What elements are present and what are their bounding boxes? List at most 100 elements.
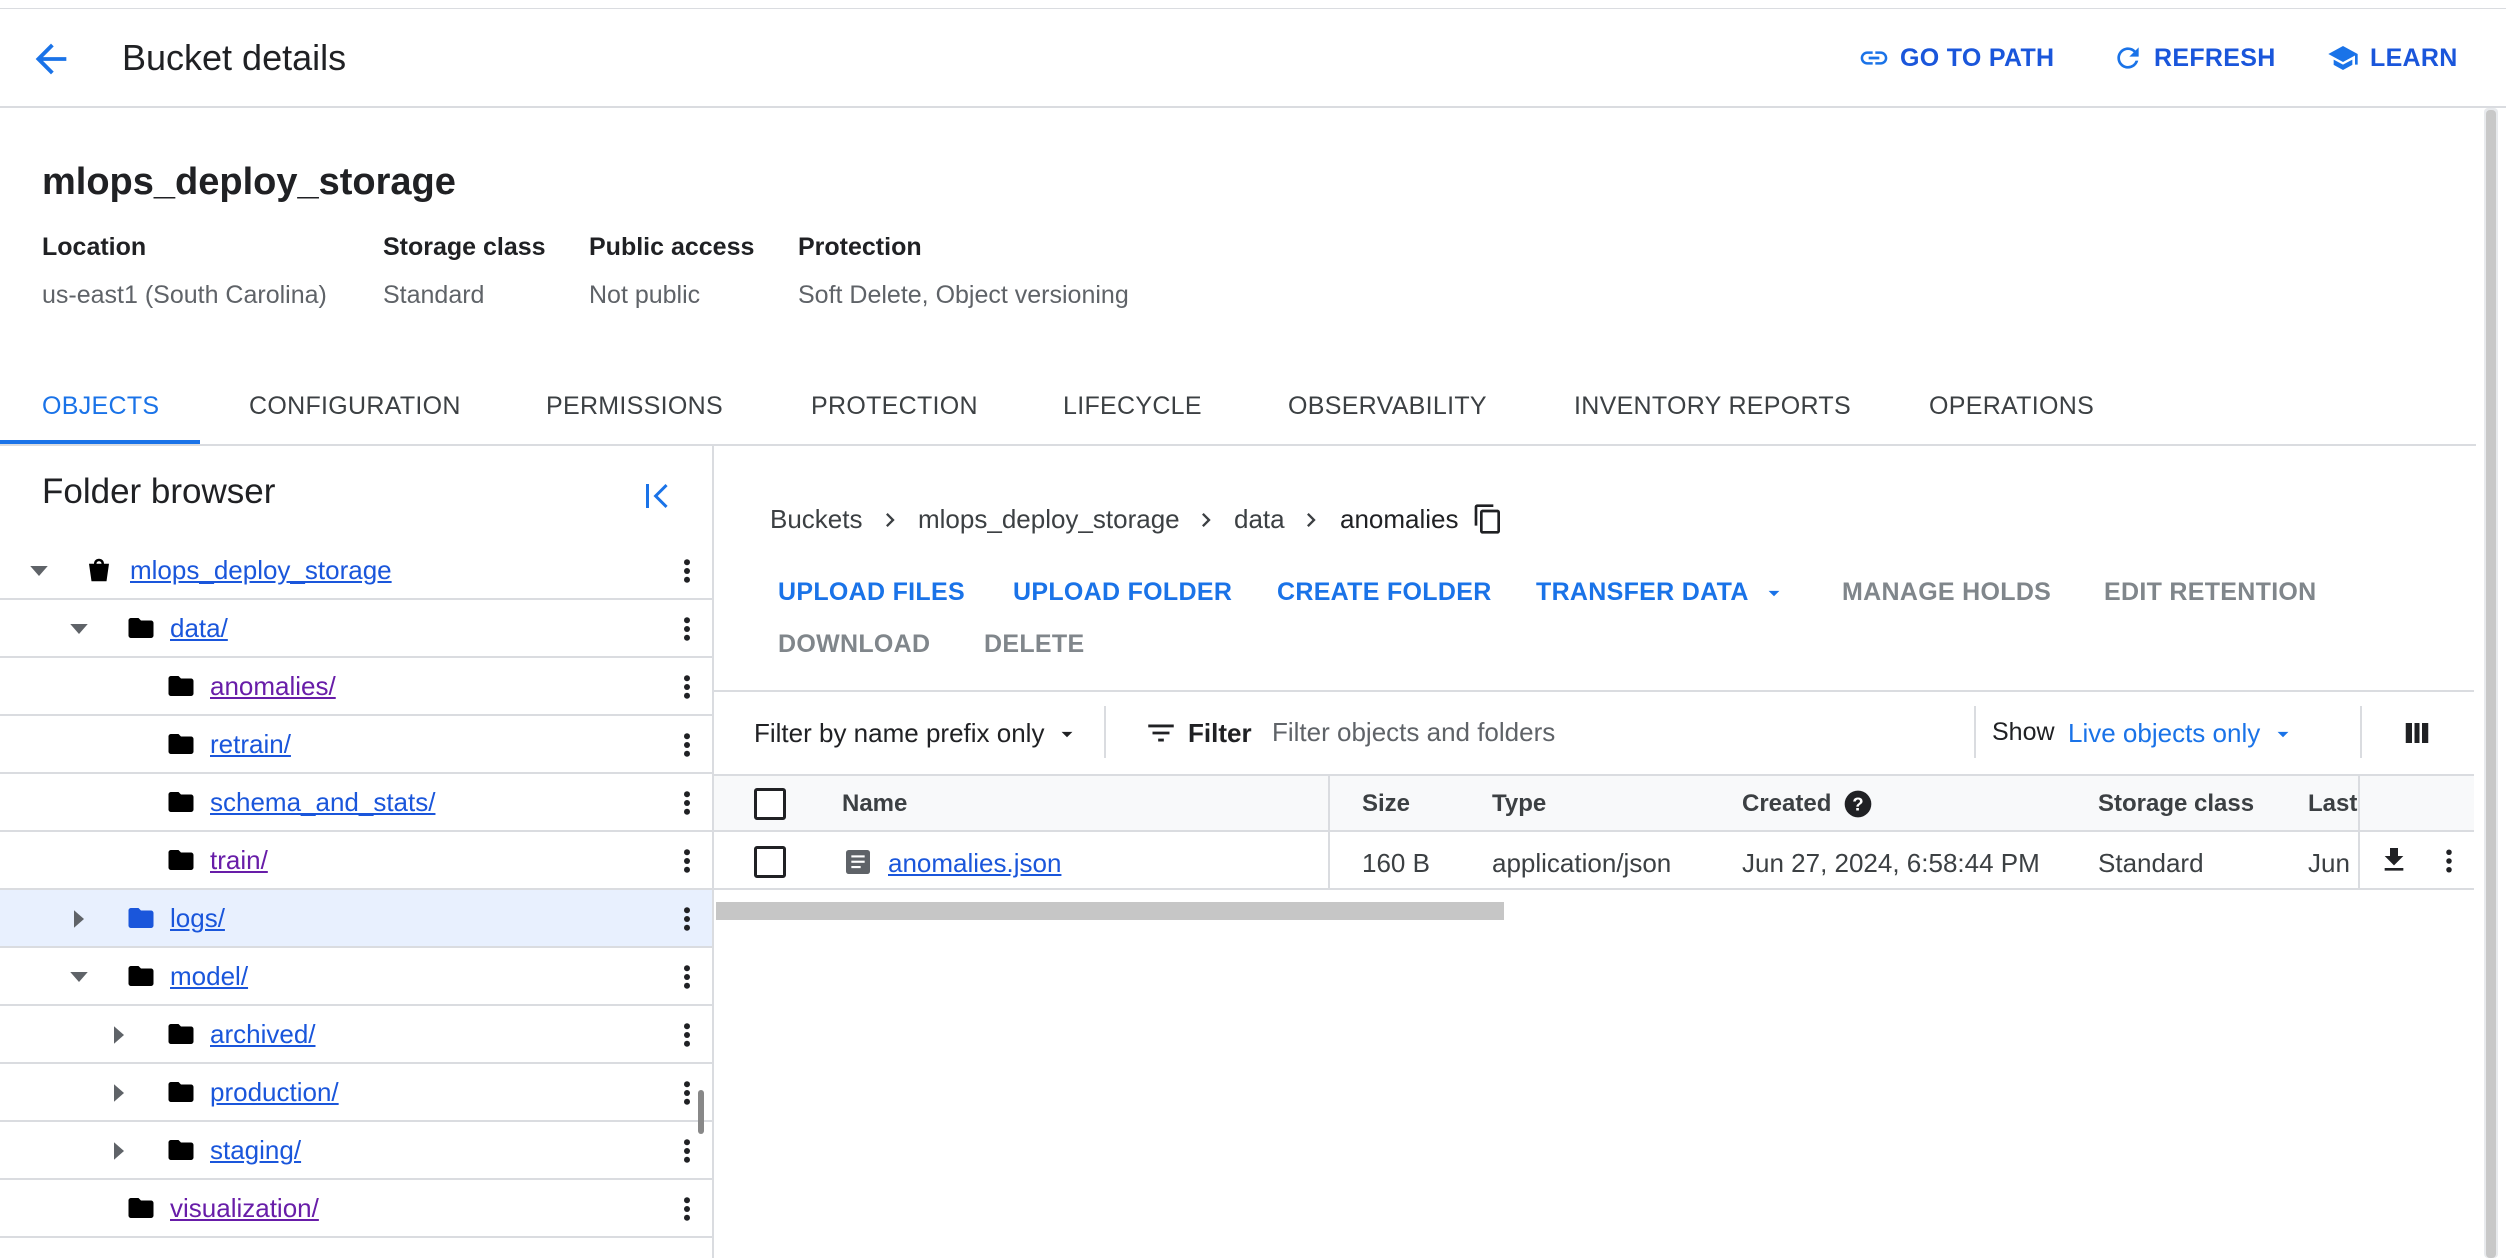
column-size[interactable]: Size <box>1362 790 1410 818</box>
column-type[interactable]: Type <box>1492 790 1546 818</box>
select-all-checkbox[interactable] <box>754 788 786 820</box>
name-column-divider[interactable] <box>1328 774 1330 890</box>
location-label: Location <box>42 233 147 261</box>
create-folder-button[interactable]: CREATE FOLDER <box>1277 578 1492 607</box>
more-vert-icon[interactable] <box>672 728 702 762</box>
folder-tree-label[interactable]: anomalies/ <box>210 671 336 702</box>
more-vert-icon[interactable] <box>2434 844 2464 878</box>
more-vert-icon[interactable] <box>672 554 702 588</box>
folder-tree-label[interactable]: schema_and_stats/ <box>210 787 435 818</box>
tab-observability[interactable]: OBSERVABILITY <box>1288 392 1487 421</box>
edit-retention-button[interactable]: EDIT RETENTION <box>2104 578 2317 607</box>
breadcrumb-bucket[interactable]: mlops_deploy_storage <box>918 504 1180 535</box>
caret-right-icon[interactable] <box>104 1020 134 1050</box>
folder-tree-label[interactable]: mlops_deploy_storage <box>130 555 392 586</box>
folder-tree-scrollbar[interactable] <box>698 1090 704 1134</box>
folder-tree-row[interactable]: archived/ <box>0 1006 712 1064</box>
caret-down-icon[interactable] <box>24 556 54 586</box>
view-columns-icon <box>2405 723 2429 743</box>
more-vert-icon[interactable] <box>672 902 702 936</box>
folder-tree-label[interactable]: train/ <box>210 845 268 876</box>
column-created[interactable]: Created <box>1742 790 1831 818</box>
back-button[interactable] <box>28 36 74 82</box>
learn-button[interactable]: LEARN <box>2326 40 2458 76</box>
go-to-path-label: GO TO PATH <box>1900 43 2055 72</box>
caret-right-icon[interactable] <box>104 1078 134 1108</box>
row-checkbox[interactable] <box>754 846 786 878</box>
tab-permissions[interactable]: PERMISSIONS <box>546 392 723 421</box>
tab-inventory-reports[interactable]: INVENTORY REPORTS <box>1574 392 1851 421</box>
caret-right-icon[interactable] <box>104 1136 134 1166</box>
object-view-dropdown[interactable]: Live objects only <box>2068 718 2296 749</box>
tab-configuration[interactable]: CONFIGURATION <box>249 392 461 421</box>
folder-tree-label[interactable]: production/ <box>210 1077 339 1108</box>
more-vert-icon[interactable] <box>672 960 702 994</box>
folder-tree-row[interactable]: anomalies/ <box>0 658 712 716</box>
show-label: Show <box>1992 718 2055 746</box>
storage-class-label: Storage class <box>383 233 546 261</box>
filter-input[interactable] <box>1272 710 1962 754</box>
go-to-path-button[interactable]: GO TO PATH <box>1858 40 2054 76</box>
folder-tree-row[interactable]: visualization/ <box>0 1180 712 1238</box>
folder-tree-row[interactable]: mlops_deploy_storage <box>0 542 712 600</box>
folder-tree-label[interactable]: archived/ <box>210 1019 316 1050</box>
refresh-label: REFRESH <box>2154 43 2276 72</box>
column-last-modified[interactable]: Last <box>2308 790 2357 818</box>
object-created: Jun 27, 2024, 6:58:44 PM <box>1742 848 2040 878</box>
folder-tree-row[interactable]: staging/ <box>0 1122 712 1180</box>
download-icon[interactable] <box>2378 842 2410 878</box>
tab-lifecycle[interactable]: LIFECYCLE <box>1063 392 1202 421</box>
breadcrumb-data[interactable]: data <box>1234 504 1285 535</box>
collapse-panel-button[interactable] <box>640 478 676 514</box>
caret-down-icon[interactable] <box>64 614 94 644</box>
folder-tree-label[interactable]: visualization/ <box>170 1193 319 1224</box>
upload-files-button[interactable]: UPLOAD FILES <box>778 578 965 607</box>
manage-holds-button[interactable]: MANAGE HOLDS <box>1842 578 2051 607</box>
object-name-link[interactable]: anomalies.json <box>888 848 1061 879</box>
folder-tree-row[interactable]: data/ <box>0 600 712 658</box>
page-scrollbar-thumb[interactable] <box>2486 110 2496 1258</box>
folder-tree-label[interactable]: data/ <box>170 613 228 644</box>
chevron-right-icon <box>1202 513 1211 527</box>
column-name[interactable]: Name <box>842 790 907 818</box>
folder-tree-label[interactable]: model/ <box>170 961 248 992</box>
folder-tree-label[interactable]: staging/ <box>210 1135 301 1166</box>
help-icon[interactable]: ? <box>1842 788 1874 820</box>
more-vert-icon[interactable] <box>672 612 702 646</box>
object-type: application/json <box>1492 848 1672 878</box>
caret-down-icon[interactable] <box>64 962 94 992</box>
storage-class-value: Standard <box>383 281 485 309</box>
folder-tree-row[interactable]: production/ <box>0 1064 712 1122</box>
column-display-button[interactable] <box>2402 718 2432 748</box>
tab-protection[interactable]: PROTECTION <box>811 392 978 421</box>
more-vert-icon[interactable] <box>672 1018 702 1052</box>
folder-icon <box>128 908 154 928</box>
folder-tree-label[interactable]: retrain/ <box>210 729 291 760</box>
folder-tree-row[interactable]: retrain/ <box>0 716 712 774</box>
delete-button[interactable]: DELETE <box>984 630 1084 659</box>
table-horizontal-scrollbar[interactable] <box>716 902 1504 920</box>
more-vert-icon[interactable] <box>672 670 702 704</box>
upload-folder-button[interactable]: UPLOAD FOLDER <box>1013 578 1232 607</box>
protection-value: Soft Delete, Object versioning <box>798 281 1129 309</box>
folder-tree-label[interactable]: logs/ <box>170 903 225 934</box>
copy-path-button[interactable] <box>1472 502 1504 536</box>
more-vert-icon[interactable] <box>672 1134 702 1168</box>
filter-mode-dropdown[interactable]: Filter by name prefix only <box>754 718 1080 749</box>
more-vert-icon[interactable] <box>672 786 702 820</box>
folder-tree-row[interactable]: logs/ <box>0 890 712 948</box>
folder-tree-row[interactable]: train/ <box>0 832 712 890</box>
tab-operations[interactable]: OPERATIONS <box>1929 392 2094 421</box>
caret-right-icon[interactable] <box>64 904 94 934</box>
transfer-data-dropdown[interactable]: TRANSFER DATA <box>1536 578 1787 607</box>
column-storage-class[interactable]: Storage class <box>2098 790 2254 818</box>
folder-tree-row[interactable]: schema_and_stats/ <box>0 774 712 832</box>
folder-tree-row[interactable]: model/ <box>0 948 712 1006</box>
refresh-button[interactable]: REFRESH <box>2112 40 2276 76</box>
download-button[interactable]: DOWNLOAD <box>778 630 930 659</box>
tabs-divider <box>0 444 2476 446</box>
more-vert-icon[interactable] <box>672 844 702 878</box>
tab-objects[interactable]: OBJECTS <box>42 392 159 421</box>
more-vert-icon[interactable] <box>672 1192 702 1226</box>
breadcrumb-buckets[interactable]: Buckets <box>770 504 863 535</box>
